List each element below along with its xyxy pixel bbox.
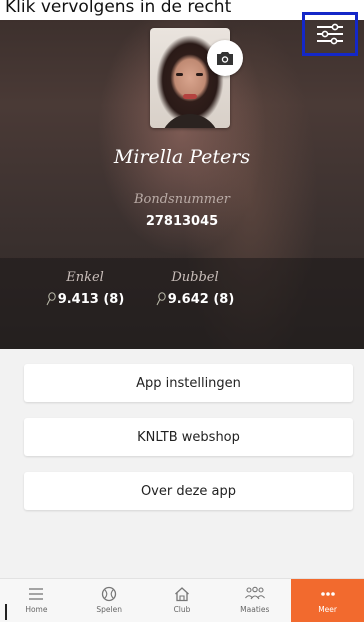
- tab-label: Home: [25, 605, 48, 614]
- avatar-shoulders: [160, 114, 220, 128]
- knltb-webshop-button[interactable]: KNLTB webshop: [24, 418, 353, 456]
- tab-label: Spelen: [96, 605, 122, 614]
- about-app-button[interactable]: Over deze app: [24, 472, 353, 510]
- tab-label: Club: [173, 605, 191, 614]
- racket-icon: [46, 292, 56, 306]
- rating-enkel: Enkel 9.413 (8): [40, 270, 130, 310]
- rating-value: 9.413 (8): [46, 291, 125, 307]
- tab-spelen[interactable]: Spelen: [73, 579, 146, 622]
- bottom-tab-bar: Home Spelen Club Maaties Meer: [0, 578, 364, 622]
- tab-maaties[interactable]: Maaties: [218, 579, 291, 622]
- app-settings-button[interactable]: App instellingen: [24, 364, 353, 402]
- menu-icon: [29, 588, 44, 600]
- profile-name: Mirella Peters: [113, 146, 251, 168]
- sliders-icon: [317, 23, 343, 45]
- rating-value-text: 9.642 (8): [167, 291, 235, 307]
- more-menu: App instellingen KNLTB webshop Over deze…: [0, 349, 364, 578]
- tab-club[interactable]: Club: [146, 579, 219, 622]
- avatar-eye-left: [176, 73, 183, 76]
- tab-label: Maaties: [240, 605, 270, 614]
- bondsnummer-label: Bondsnummer: [133, 192, 231, 207]
- tab-meer[interactable]: Meer: [291, 579, 364, 622]
- rating-label: Dubbel: [171, 270, 219, 285]
- bondsnummer-value: 27813045: [145, 214, 219, 229]
- house-icon: [175, 587, 189, 602]
- avatar-lips: [183, 94, 197, 99]
- profile-settings-button[interactable]: [302, 12, 358, 56]
- text-cursor: [5, 604, 7, 620]
- avatar-eye-right: [196, 73, 203, 76]
- more-dots-icon: [320, 592, 335, 596]
- tennis-ball-icon: [102, 586, 117, 602]
- rating-value: 9.642 (8): [156, 291, 235, 307]
- rating-value-text: 9.413 (8): [57, 291, 125, 307]
- racket-icon: [156, 292, 166, 306]
- camera-icon: [217, 51, 233, 65]
- rating-dubbel: Dubbel 9.642 (8): [150, 270, 240, 310]
- change-photo-button[interactable]: [207, 40, 243, 76]
- rating-label: Enkel: [66, 270, 104, 285]
- tab-label: Meer: [318, 605, 337, 614]
- tab-home[interactable]: Home: [0, 579, 73, 622]
- people-icon: [244, 586, 265, 600]
